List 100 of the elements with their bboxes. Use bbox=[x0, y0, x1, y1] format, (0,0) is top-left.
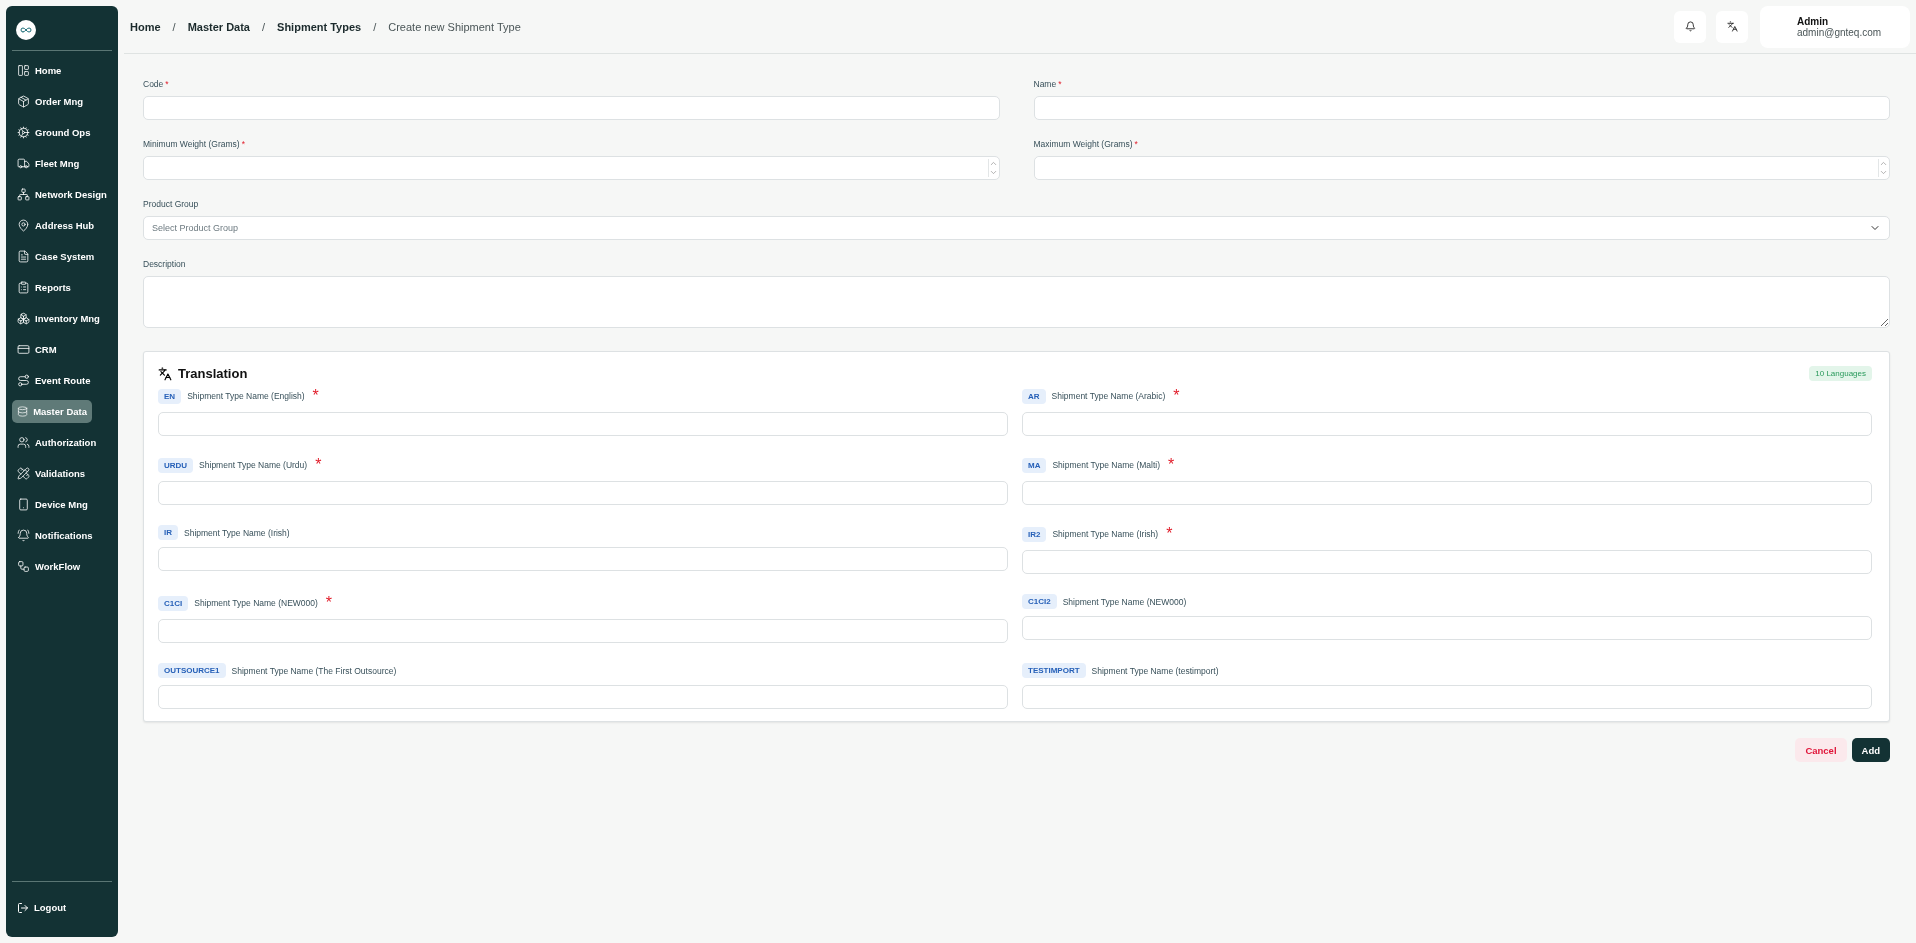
text-field[interactable] bbox=[143, 96, 1000, 120]
required-mark: * bbox=[315, 456, 322, 474]
language-code: TESTIMPORT bbox=[1022, 663, 1086, 678]
required-mark: * bbox=[1168, 456, 1175, 474]
field-label: Name * bbox=[1033, 79, 1063, 89]
language-button[interactable] bbox=[1716, 10, 1748, 43]
required-mark: * bbox=[325, 594, 333, 612]
field-label: Shipment Type Name (NEW000) bbox=[1062, 596, 1187, 607]
language-code: MA bbox=[1022, 457, 1047, 473]
spinner-icon[interactable] bbox=[987, 159, 998, 177]
text-field[interactable] bbox=[158, 619, 1008, 643]
sidebar-item[interactable]: Master Data bbox=[12, 400, 92, 423]
sidebar-item[interactable]: Validations bbox=[12, 462, 112, 485]
map-pin-icon bbox=[17, 219, 30, 232]
sidebar-item[interactable]: Home bbox=[12, 59, 112, 82]
card-title: Translation bbox=[178, 366, 248, 381]
sidebar-item[interactable]: Notifications bbox=[12, 524, 112, 547]
text-field[interactable] bbox=[1022, 481, 1872, 505]
language-code: EN bbox=[158, 388, 182, 404]
add-button[interactable]: Add bbox=[1851, 738, 1890, 762]
bell-icon bbox=[1684, 21, 1696, 32]
field-label: Shipment Type Name (Irish) bbox=[184, 527, 290, 538]
text-field[interactable] bbox=[1022, 616, 1872, 640]
logout-icon bbox=[17, 901, 29, 914]
spinner-icon[interactable] bbox=[1878, 159, 1888, 177]
field-label: Maximum Weight (Grams) * bbox=[1033, 139, 1139, 149]
required-mark: * bbox=[1134, 139, 1138, 149]
language-code: C1CI2 bbox=[1022, 594, 1057, 609]
sidebar-item[interactable]: Network Design bbox=[12, 183, 112, 206]
text-field[interactable] bbox=[158, 481, 1008, 505]
sidebar-item[interactable]: Inventory Mng bbox=[12, 307, 112, 330]
phone-icon bbox=[17, 498, 30, 511]
language-code: IR bbox=[158, 525, 178, 540]
field-label: Code * bbox=[143, 79, 170, 89]
truck-icon bbox=[17, 157, 30, 170]
text-field[interactable] bbox=[158, 412, 1008, 436]
field-label: Product Group bbox=[143, 199, 200, 209]
pencil-ruler-icon bbox=[17, 467, 30, 480]
text-field[interactable] bbox=[158, 547, 1008, 571]
clipboard-icon bbox=[17, 281, 30, 294]
sidebar-item[interactable]: WorkFlow bbox=[12, 555, 112, 578]
field-label: Shipment Type Name (The First Outsource) bbox=[231, 665, 397, 676]
number-field[interactable] bbox=[1033, 156, 1890, 180]
sidebar-item[interactable]: Reports bbox=[12, 276, 112, 299]
field-label: Description bbox=[143, 259, 187, 269]
required-mark: * bbox=[1166, 525, 1173, 543]
route-icon bbox=[17, 374, 30, 387]
package-icon bbox=[17, 95, 30, 108]
breadcrumb-separator: / bbox=[373, 20, 377, 33]
text-field[interactable] bbox=[158, 685, 1008, 709]
breadcrumb-separator: / bbox=[172, 20, 176, 33]
network-icon bbox=[17, 188, 30, 201]
sidebar-item[interactable]: Ground Ops bbox=[12, 121, 112, 144]
field-label: Shipment Type Name (NEW000) bbox=[194, 598, 318, 608]
sidebar-item[interactable]: Order Mng bbox=[12, 90, 112, 113]
user-card[interactable]: Admin admin@gnteq.com bbox=[1760, 5, 1910, 48]
required-mark: * bbox=[1058, 79, 1062, 89]
sidebar-item[interactable]: Fleet Mng bbox=[12, 152, 112, 175]
card-icon bbox=[17, 343, 30, 356]
breadcrumb-link[interactable]: Master Data bbox=[187, 20, 250, 33]
field-label: Shipment Type Name (Irish) bbox=[1052, 529, 1159, 539]
sidebar-item[interactable]: Device Mng bbox=[12, 493, 112, 516]
sidebar-item[interactable]: CRM bbox=[12, 338, 112, 361]
language-code: AR bbox=[1022, 388, 1046, 404]
document-icon bbox=[17, 250, 30, 263]
field-label: Shipment Type Name (Malti) bbox=[1052, 460, 1160, 470]
users-icon bbox=[17, 436, 30, 449]
field-label: Shipment Type Name (testimport) bbox=[1091, 665, 1219, 676]
number-field[interactable] bbox=[143, 156, 1000, 180]
notifications-button[interactable] bbox=[1674, 10, 1706, 43]
bell-icon bbox=[17, 529, 30, 542]
workflow-icon bbox=[17, 560, 30, 573]
sidebar-item[interactable]: Case System bbox=[12, 245, 112, 268]
field-label: Shipment Type Name (Urdu) bbox=[199, 460, 308, 470]
field-label: Minimum Weight (Grams) * bbox=[143, 139, 246, 149]
translate-icon bbox=[1726, 21, 1738, 32]
sidebar-item[interactable]: Address Hub bbox=[12, 214, 112, 237]
cancel-button[interactable]: Cancel bbox=[1795, 738, 1847, 762]
field-label: Shipment Type Name (English) bbox=[187, 391, 305, 401]
text-field[interactable] bbox=[1022, 412, 1872, 436]
languages-badge: 10 Languages bbox=[1809, 366, 1872, 381]
field-label: Shipment Type Name (Arabic) bbox=[1051, 391, 1166, 401]
required-mark: * bbox=[1173, 387, 1180, 405]
breadcrumb-link[interactable]: Home bbox=[130, 20, 161, 33]
layout-icon bbox=[17, 64, 30, 77]
translate-icon bbox=[158, 366, 172, 381]
language-code: C1CI bbox=[158, 595, 189, 611]
select-field[interactable]: Select Product Group bbox=[143, 216, 1890, 240]
text-field[interactable] bbox=[1022, 550, 1872, 574]
logout-button[interactable]: Logout bbox=[12, 896, 112, 919]
sidebar-item[interactable]: Event Route bbox=[12, 369, 112, 392]
language-code: IR2 bbox=[1022, 526, 1047, 542]
text-field[interactable] bbox=[1033, 96, 1890, 120]
breadcrumb-link[interactable]: Shipment Types bbox=[277, 20, 362, 33]
sidebar-item[interactable]: Authorization bbox=[12, 431, 112, 454]
database-icon bbox=[17, 405, 29, 418]
gear-icon bbox=[17, 126, 30, 139]
textarea-field[interactable] bbox=[143, 276, 1890, 328]
required-mark: * bbox=[312, 387, 319, 405]
text-field[interactable] bbox=[1022, 685, 1872, 709]
